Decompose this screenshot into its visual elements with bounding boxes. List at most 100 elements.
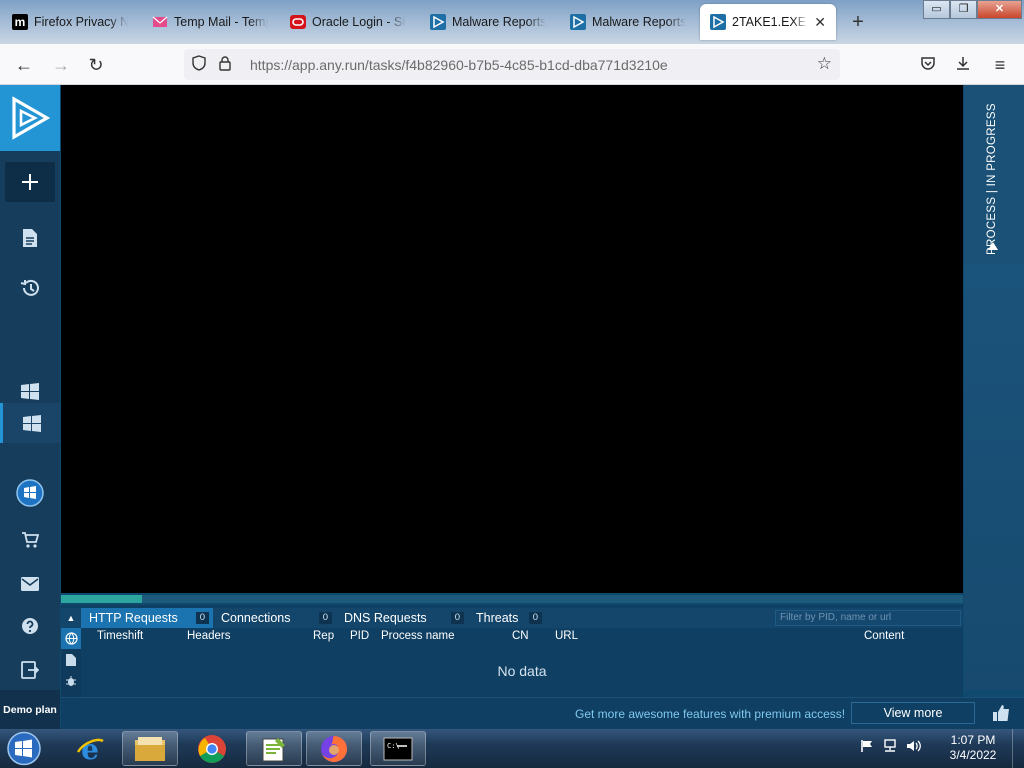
command-prompt-icon[interactable]: C:\ bbox=[370, 731, 426, 766]
network-filter-input[interactable]: Filter by PID, name or url bbox=[775, 610, 961, 626]
sidebar: Demo plan bbox=[0, 85, 60, 729]
help-icon[interactable] bbox=[0, 606, 60, 646]
expand-triangle-icon[interactable] bbox=[988, 242, 998, 250]
demo-plan-label[interactable]: Demo plan bbox=[0, 690, 60, 729]
column-timeshift[interactable]: Timeshift bbox=[97, 630, 143, 642]
tab-2take1-exe[interactable]: 2TAKE1.EXE (MI ✕ bbox=[700, 4, 836, 40]
system-tray bbox=[860, 739, 922, 756]
history-icon[interactable] bbox=[0, 268, 60, 308]
tab-oracle-login[interactable]: Oracle Login - Sin bbox=[280, 4, 416, 40]
clock-date: 3/4/2022 bbox=[949, 748, 997, 762]
window-controls: ▭ ❐ ✕ bbox=[923, 0, 1022, 19]
tab-malware-reports-1[interactable]: Malware Reports bbox=[420, 4, 556, 40]
view-more-button[interactable]: View more bbox=[851, 702, 975, 724]
new-task-button[interactable] bbox=[5, 162, 55, 202]
globe-icon[interactable] bbox=[61, 628, 81, 649]
column-headers[interactable]: Headers bbox=[187, 630, 230, 642]
windows-7-badge-icon[interactable] bbox=[0, 473, 60, 513]
tab-firefox-privacy[interactable]: m Firefox Privacy No bbox=[2, 4, 138, 40]
tab-title: Oracle Login - Sin bbox=[312, 15, 406, 29]
clock[interactable]: 1:07 PM 3/4/2022 bbox=[936, 733, 1010, 763]
bookmark-star-icon[interactable]: ☆ bbox=[817, 54, 832, 74]
count-badge: 0 bbox=[528, 612, 542, 624]
clock-time: 1:07 PM bbox=[950, 733, 996, 747]
restore-button[interactable]: ❐ bbox=[950, 0, 977, 19]
column-url[interactable]: URL bbox=[555, 630, 578, 642]
hamburger-menu-icon[interactable]: ≡ bbox=[987, 52, 1013, 78]
file-explorer-icon[interactable] bbox=[122, 731, 178, 766]
tab-connections[interactable]: Connections 0 bbox=[213, 608, 336, 628]
tab-label: DNS Requests bbox=[344, 611, 427, 625]
internet-explorer-icon[interactable]: e bbox=[62, 731, 118, 766]
network-side-tabs bbox=[61, 628, 81, 697]
column-cn[interactable]: CN bbox=[512, 630, 529, 642]
flag-icon[interactable] bbox=[860, 739, 874, 756]
cart-icon[interactable] bbox=[0, 520, 60, 560]
download-icon[interactable] bbox=[950, 52, 976, 78]
tab-temp-mail[interactable]: Temp Mail - Temp bbox=[142, 4, 278, 40]
pocket-icon[interactable] bbox=[915, 52, 941, 78]
file-icon[interactable] bbox=[61, 649, 81, 670]
tab-title: 2TAKE1.EXE (MI bbox=[732, 15, 808, 29]
url-text: https://app.any.run/tasks/f4b82960-b7b5-… bbox=[250, 56, 668, 73]
count-badge: 0 bbox=[450, 612, 464, 624]
notepad-plus-icon[interactable] bbox=[246, 731, 302, 766]
task-progress-fill bbox=[61, 595, 143, 603]
close-window-button[interactable]: ✕ bbox=[977, 0, 1022, 19]
reload-icon[interactable]: ↻ bbox=[83, 52, 109, 78]
chrome-icon[interactable] bbox=[184, 731, 240, 766]
show-desktop-button[interactable] bbox=[1012, 729, 1024, 768]
reports-icon[interactable] bbox=[0, 218, 60, 258]
process-status-label: PROCESS | IN PROGRESS bbox=[986, 103, 998, 255]
volume-icon[interactable] bbox=[906, 739, 922, 756]
tab-dns-requests[interactable]: DNS Requests 0 bbox=[336, 608, 468, 628]
svg-text:e: e bbox=[81, 734, 99, 764]
anyrun-icon bbox=[430, 14, 446, 30]
network-icon[interactable] bbox=[882, 739, 898, 756]
tab-threats[interactable]: Threats 0 bbox=[468, 608, 546, 628]
tab-title: Malware Reports bbox=[452, 15, 546, 29]
firefox-icon[interactable] bbox=[306, 731, 362, 766]
collapse-panel-icon[interactable]: ▲ bbox=[61, 608, 81, 628]
logout-icon[interactable] bbox=[0, 650, 60, 690]
mozilla-icon: m bbox=[12, 14, 28, 30]
tab-malware-reports-2[interactable]: Malware Reports bbox=[560, 4, 696, 40]
network-table-header: Timeshift Headers Rep PID Process name C… bbox=[81, 628, 963, 646]
column-process-name[interactable]: Process name bbox=[381, 630, 455, 642]
count-badge: 0 bbox=[318, 612, 332, 624]
new-tab-button[interactable]: + bbox=[848, 10, 868, 34]
browser-nav-bar: ← → ↻ https://app.any.run/tasks/f4b82960… bbox=[0, 44, 1024, 85]
column-rep[interactable]: Rep bbox=[313, 630, 334, 642]
mail-icon[interactable] bbox=[0, 564, 60, 604]
tab-http-requests[interactable]: HTTP Requests 0 bbox=[81, 608, 213, 628]
tab-title: Firefox Privacy No bbox=[34, 15, 128, 29]
tab-label: Connections bbox=[221, 611, 291, 625]
close-tab-icon[interactable]: ✕ bbox=[814, 14, 826, 31]
empty-state-text: No data bbox=[497, 663, 547, 679]
column-content[interactable]: Content bbox=[864, 630, 904, 642]
anyrun-icon bbox=[570, 14, 586, 30]
process-panel-header[interactable]: PROCESS | IN PROGRESS bbox=[964, 85, 1024, 265]
tab-label: HTTP Requests bbox=[89, 611, 178, 625]
vm-screen[interactable] bbox=[61, 85, 963, 593]
anyrun-icon bbox=[710, 14, 726, 30]
shield-icon[interactable] bbox=[188, 55, 210, 74]
tab-title: Malware Reports bbox=[592, 15, 686, 29]
network-tabs: ▲ HTTP Requests 0 Connections 0 DNS Requ… bbox=[61, 608, 963, 628]
lock-icon[interactable] bbox=[214, 55, 236, 74]
start-button[interactable] bbox=[4, 729, 44, 768]
minimize-button[interactable]: ▭ bbox=[923, 0, 950, 19]
anyrun-logo[interactable] bbox=[0, 85, 60, 151]
bug-icon[interactable] bbox=[61, 670, 81, 691]
footer-bar: Get more awesome features with premium a… bbox=[61, 697, 1024, 729]
anyrun-app: Demo plan PROCESS | IN PROGRESS ▲ HTTP R… bbox=[0, 85, 1024, 729]
back-arrow-icon[interactable]: ← bbox=[11, 52, 37, 78]
thumbs-up-icon[interactable] bbox=[991, 703, 1013, 725]
screen-root: m Firefox Privacy No Temp Mail - Temp Or… bbox=[0, 0, 1024, 768]
windows-taskbar: e C:\ 1:07 PM 3/4/2022 bbox=[0, 729, 1024, 768]
forward-arrow-icon[interactable]: → bbox=[48, 52, 74, 78]
address-bar[interactable]: https://app.any.run/tasks/f4b82960-b7b5-… bbox=[184, 49, 840, 80]
windows-icon[interactable] bbox=[0, 371, 60, 411]
column-pid[interactable]: PID bbox=[350, 630, 369, 642]
process-panel[interactable]: PROCESS | IN PROGRESS bbox=[964, 85, 1024, 690]
